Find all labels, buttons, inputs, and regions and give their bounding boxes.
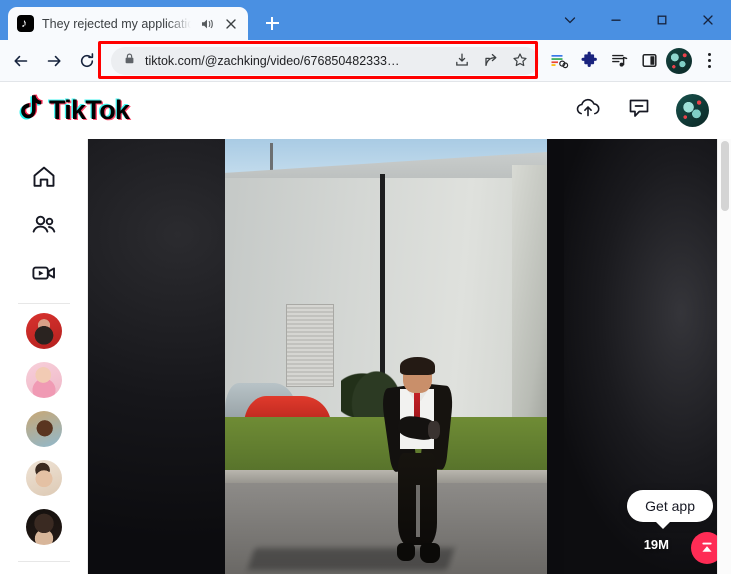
tiktok-logo[interactable]: TikTok: [16, 93, 130, 128]
page-scrollbar[interactable]: [717, 139, 731, 574]
link-preview-icon[interactable]: [545, 47, 573, 75]
browser-toolbar: tiktok.com/@zachking/video/676850482333…: [0, 40, 731, 82]
browser-window: They rejected my application: [0, 0, 731, 574]
video-person-in-suit: [379, 356, 457, 563]
avatar[interactable]: [676, 94, 709, 127]
tiktok-favicon: [17, 15, 34, 32]
person-leg-gap: [415, 484, 420, 537]
person-shoe-left: [396, 542, 416, 561]
video-stage[interactable]: Get app 19M: [88, 139, 731, 574]
sidebar-divider: [17, 303, 70, 304]
browser-titlebar: They rejected my application: [0, 0, 731, 40]
profile-avatar-icon[interactable]: [665, 47, 693, 75]
toolbar-icons: [545, 47, 725, 75]
window-controls: [547, 0, 731, 40]
kebab-dots: [707, 53, 711, 68]
tab-title: They rejected my application: [42, 16, 191, 31]
reload-button[interactable]: [72, 46, 102, 76]
media-playlist-icon[interactable]: [605, 47, 633, 75]
speaker-playing-icon[interactable]: [199, 16, 215, 32]
forward-button[interactable]: [39, 46, 69, 76]
lock-icon: [123, 52, 136, 70]
page-body: Get app 19M: [0, 139, 731, 574]
close-window-button[interactable]: [685, 0, 731, 40]
suggested-account-5[interactable]: [25, 509, 62, 545]
extensions-puzzle-icon[interactable]: [575, 47, 603, 75]
suggested-account-3[interactable]: [25, 411, 62, 447]
kebab-menu-icon[interactable]: [695, 47, 723, 75]
suggested-account-4[interactable]: [25, 460, 62, 496]
page-content: TikTok Get app 19M: [0, 82, 731, 574]
install-app-icon[interactable]: [453, 51, 473, 71]
suggested-account-1[interactable]: [25, 313, 62, 349]
tab-search-button[interactable]: [547, 0, 593, 40]
browser-tab[interactable]: They rejected my application: [8, 7, 248, 40]
avatar: [666, 47, 692, 74]
tiktok-header-actions: [574, 94, 709, 127]
video-building-side: [511, 165, 547, 444]
tiktok-logo-text: TikTok: [49, 95, 130, 125]
address-bar-url: tiktok.com/@zachking/video/676850482333…: [145, 53, 400, 68]
messages-icon[interactable]: [626, 95, 652, 126]
address-bar[interactable]: tiktok.com/@zachking/video/676850482333…: [111, 46, 539, 75]
person-hair: [400, 356, 436, 375]
star-icon[interactable]: [511, 51, 531, 71]
new-tab-button[interactable]: [258, 9, 286, 37]
video-roll-door: [286, 304, 335, 387]
suggested-account-2[interactable]: [25, 362, 62, 398]
share-icon[interactable]: [482, 51, 502, 71]
view-count: 19M: [643, 537, 669, 552]
video-feed: Get app 19M: [88, 139, 731, 574]
video-antenna: [270, 143, 274, 174]
sidebar-item-following[interactable]: [20, 201, 68, 249]
maximize-button[interactable]: [639, 0, 685, 40]
get-app-tooltip[interactable]: Get app: [627, 490, 713, 529]
minimize-button[interactable]: [593, 0, 639, 40]
address-bar-wrap: tiktok.com/@zachking/video/676850482333…: [111, 46, 539, 75]
tiktok-note-icon: [16, 93, 44, 128]
scroll-to-top-icon: [702, 542, 712, 552]
person-shoe-right: [419, 542, 440, 563]
person-hand: [428, 420, 440, 439]
upload-icon[interactable]: [574, 95, 602, 126]
video-player[interactable]: [225, 139, 547, 574]
tiktok-header: TikTok: [0, 82, 731, 139]
side-panel-icon[interactable]: [635, 47, 663, 75]
sidebar-item-for-you[interactable]: [20, 153, 68, 201]
sidebar-item-live[interactable]: [20, 249, 68, 297]
close-icon[interactable]: [223, 16, 239, 32]
scrollbar-thumb[interactable]: [721, 141, 729, 211]
tiktok-sidebar: [0, 139, 88, 574]
back-button[interactable]: [6, 46, 36, 76]
sidebar-divider-bottom: [17, 561, 70, 562]
